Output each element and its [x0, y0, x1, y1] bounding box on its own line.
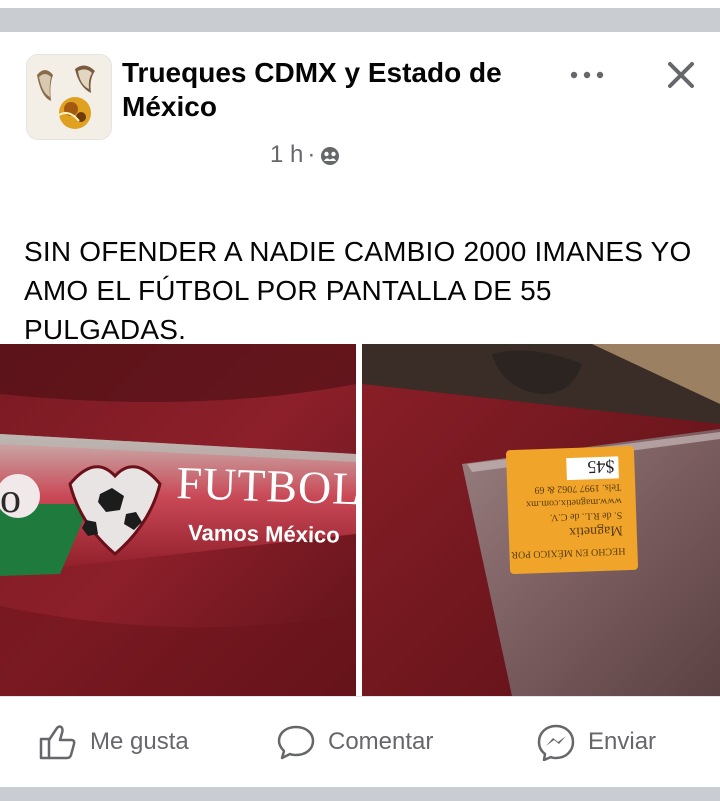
tag-price: $45 — [587, 456, 615, 477]
group-avatar[interactable] — [26, 54, 112, 140]
banner-partial-letter: o — [0, 476, 21, 522]
more-dots-icon — [570, 71, 604, 79]
send-label: Enviar — [588, 728, 657, 755]
post-card: Trueques CDMX y Estado de México 1 h · S… — [0, 32, 720, 787]
like-label: Me gusta — [90, 728, 189, 755]
photo-magnet-banner[interactable]: o FUTBOL Vamos México — [0, 344, 356, 696]
comment-label: Comentar — [328, 728, 434, 755]
like-button[interactable]: Me gusta — [38, 720, 189, 764]
bottom-separator — [0, 787, 720, 801]
close-icon — [668, 62, 694, 88]
messenger-icon — [537, 724, 575, 761]
tag-line-1: Magnetix — [569, 522, 623, 539]
actions-divider — [0, 696, 720, 697]
top-separator — [0, 0, 720, 32]
group-audience-icon — [321, 147, 340, 165]
magnet-back-photo: HECHO EN MÉXICO POR Magnetix S. de R.L. … — [362, 344, 720, 696]
banner-word: FUTBOL — [176, 457, 356, 514]
post-meta: 1 h · — [270, 140, 341, 170]
post-time[interactable]: 1 h — [270, 141, 303, 169]
comment-icon — [277, 725, 315, 760]
meta-separator: · — [307, 141, 316, 168]
close-button[interactable] — [656, 50, 706, 100]
comment-button[interactable]: Comentar — [276, 720, 433, 764]
magnet-banner-photo: o FUTBOL Vamos México — [0, 344, 356, 696]
send-button[interactable]: Enviar — [536, 720, 656, 764]
post-body-text: SIN OFENDER A NADIE CAMBIO 2000 IMANES Y… — [24, 236, 692, 345]
group-avatar-image — [27, 55, 111, 139]
banner-slogan: Vamos México — [188, 520, 340, 548]
thumbs-up-icon — [39, 725, 76, 760]
more-options-button[interactable] — [562, 60, 612, 90]
group-name[interactable]: Trueques CDMX y Estado de México — [122, 56, 552, 124]
photo-magnet-back[interactable]: HECHO EN MÉXICO POR Magnetix S. de R.L. … — [362, 344, 720, 696]
